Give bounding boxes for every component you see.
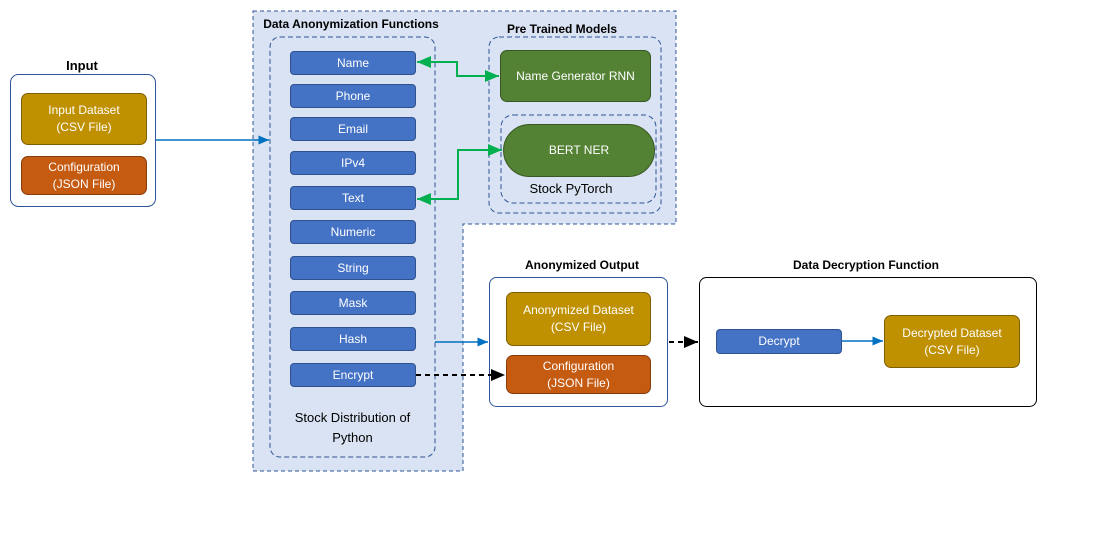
node-label: Configuration — [542, 358, 615, 373]
node-label: (JSON File) — [52, 176, 116, 191]
input-title: Input — [66, 58, 98, 73]
function-string: String — [290, 256, 416, 280]
function-name: Name — [290, 51, 416, 75]
anonymization-title: Data Anonymization Functions — [263, 17, 439, 31]
anonymized-dataset-node: Anonymized Dataset (CSV File) — [506, 292, 651, 346]
decrypted-dataset-node: Decrypted Dataset (CSV File) — [884, 315, 1020, 368]
functions-footer: Stock Distribution of Python — [270, 408, 435, 448]
node-label: (CSV File) — [56, 120, 112, 134]
decryption-title: Data Decryption Function — [792, 258, 940, 272]
function-ipv4: IPv4 — [290, 151, 416, 175]
footer-line: Stock Distribution of — [294, 410, 411, 425]
output-title: Anonymized Output — [525, 258, 639, 272]
output-config-node: Configuration (JSON File) — [506, 355, 651, 394]
input-config-node: Configuration (JSON File) — [21, 156, 147, 195]
node-label: (JSON File) — [547, 375, 610, 390]
node-label: (CSV File) — [550, 320, 607, 334]
function-numeric: Numeric — [290, 220, 416, 244]
bert-ner-node: BERT NER — [503, 124, 655, 177]
input-dataset-node: Input Dataset (CSV File) — [21, 93, 147, 145]
models-title: Pre Trained Models — [506, 22, 618, 36]
footer-line: Python — [332, 430, 373, 445]
function-hash: Hash — [290, 327, 416, 351]
node-label: Anonymized Dataset — [523, 303, 634, 317]
node-label: Configuration — [48, 159, 120, 174]
decrypt-node: Decrypt — [716, 329, 842, 354]
function-phone: Phone — [290, 84, 416, 108]
function-encrypt: Encrypt — [290, 363, 416, 387]
node-label: (CSV File) — [924, 342, 980, 357]
function-mask: Mask — [290, 291, 416, 315]
node-label: Decrypted Dataset — [902, 325, 1002, 340]
node-label: Input Dataset — [48, 103, 120, 117]
diagram-canvas: Input Input Dataset (CSV File) Configurat… — [0, 0, 1099, 559]
function-email: Email — [290, 117, 416, 141]
function-text: Text — [290, 186, 416, 210]
pytorch-label: Stock PyTorch — [529, 181, 613, 196]
name-generator-rnn-node: Name Generator RNN — [500, 50, 651, 102]
